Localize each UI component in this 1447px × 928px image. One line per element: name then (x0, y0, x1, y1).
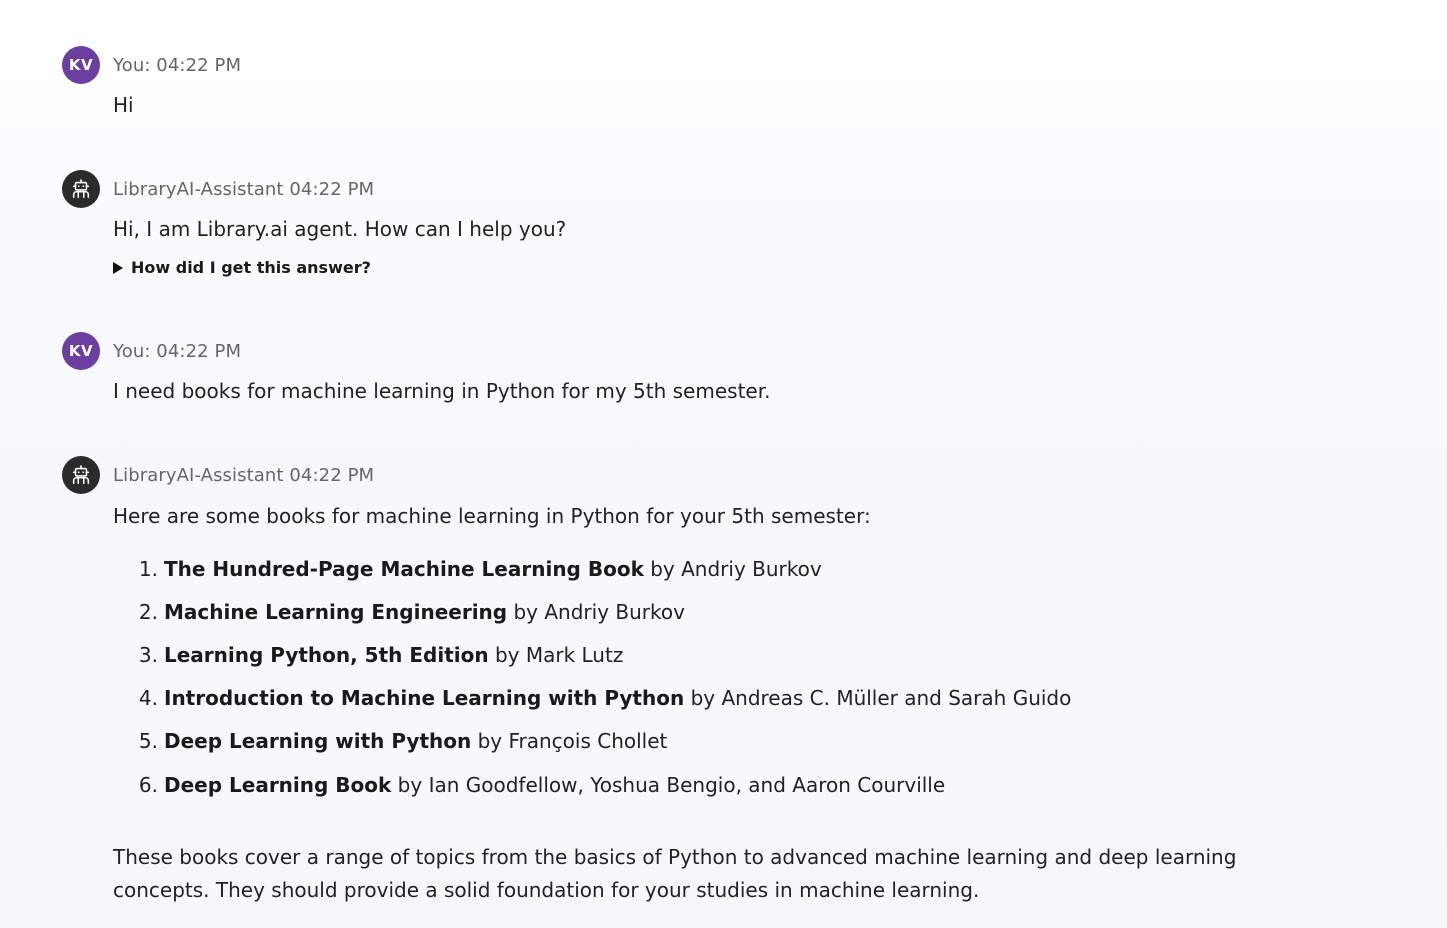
avatar-initials: KV (68, 56, 94, 74)
avatar-initials: KV (68, 342, 94, 360)
book-author: by Ian Goodfellow, Yoshua Bengio, and Aa… (391, 772, 946, 797)
message-text: Hi, I am Library.ai agent. How can I hel… (113, 217, 567, 241)
book-title: Deep Learning with Python (164, 729, 472, 754)
chat-transcript: KV You: 04:22 PM Hi LibraryAI-Assistant … (0, 0, 1447, 928)
list-item: 3. Learning Python, 5th Edition by Mark … (113, 633, 1362, 676)
book-title: Learning Python, 5th Edition (164, 642, 489, 667)
disclosure-triangle-icon (113, 261, 123, 274)
list-number: 5. (138, 729, 158, 754)
list-number: 1. (138, 556, 158, 581)
list-number: 6. (138, 772, 158, 797)
answer-explanation-toggle[interactable]: How did I get this answer? (113, 258, 1362, 277)
book-author: by Andriy Burkov (643, 556, 822, 581)
list-item: 4. Introduction to Machine Learning with… (113, 677, 1362, 720)
message-outro: These books cover a range of topics from… (113, 845, 1237, 903)
message-header: LibraryAI-Assistant 04:22 PM (62, 170, 1362, 208)
avatar: KV (62, 46, 100, 84)
book-title: Deep Learning Book (164, 772, 392, 797)
sender-label: LibraryAI-Assistant 04:22 PM (113, 178, 375, 200)
sender-label: You: 04:22 PM (113, 54, 242, 76)
chat-message-assistant: LibraryAI-Assistant 04:22 PM Hi, I am Li… (62, 170, 1362, 277)
answer-explanation-label: How did I get this answer? (131, 258, 371, 277)
list-item: 1. The Hundred-Page Machine Learning Boo… (113, 547, 1362, 590)
avatar: KV (62, 332, 100, 370)
book-author: by François Chollet (471, 729, 668, 754)
list-item: 5. Deep Learning with Python by François… (113, 720, 1362, 763)
book-author: by Andreas C. Müller and Sarah Guido (684, 686, 1072, 711)
book-list: 1. The Hundred-Page Machine Learning Boo… (113, 547, 1362, 806)
message-intro: Here are some books for machine learning… (113, 504, 871, 528)
message-header: KV You: 04:22 PM (62, 46, 1362, 84)
book-title: Introduction to Machine Learning with Py… (164, 686, 685, 711)
list-number: 3. (138, 642, 158, 667)
sender-label: LibraryAI-Assistant 04:22 PM (113, 464, 375, 486)
list-item: 2. Machine Learning Engineering by Andri… (113, 590, 1362, 633)
list-number: 2. (138, 599, 158, 624)
book-author: by Mark Lutz (488, 642, 624, 667)
avatar (62, 456, 100, 494)
book-author: by Andriy Burkov (507, 599, 685, 624)
robot-icon (72, 465, 90, 485)
book-title: The Hundred-Page Machine Learning Book (164, 556, 644, 581)
message-header: LibraryAI-Assistant 04:22 PM (62, 456, 1362, 494)
chat-message-assistant: LibraryAI-Assistant 04:22 PM Here are so… (62, 456, 1362, 907)
list-number: 4. (138, 686, 158, 711)
robot-icon (72, 179, 90, 199)
message-text: Hi (113, 93, 134, 117)
book-title: Machine Learning Engineering (164, 599, 508, 624)
sender-label: You: 04:22 PM (113, 340, 242, 362)
list-item: 6. Deep Learning Book by Ian Goodfellow,… (113, 763, 1362, 806)
avatar (62, 170, 100, 208)
chat-message-user: KV You: 04:22 PM I need books for machin… (62, 332, 1362, 408)
message-header: KV You: 04:22 PM (62, 332, 1362, 370)
chat-message-user: KV You: 04:22 PM Hi (62, 46, 1362, 122)
message-text: I need books for machine learning in Pyt… (113, 379, 771, 403)
